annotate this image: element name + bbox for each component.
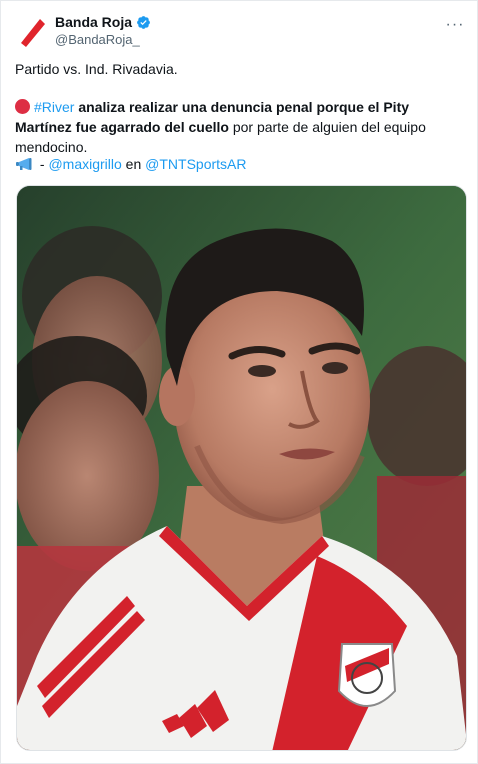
red-slash-logo-icon	[15, 15, 49, 49]
mention-tntsportsar[interactable]: @TNTSportsAR	[145, 156, 246, 172]
credit-middle: en	[121, 156, 146, 172]
tweet-text-line3: - @maxigrillo en @TNTSportsAR	[15, 154, 463, 174]
verified-badge-icon	[137, 15, 150, 29]
player-photo-illustration	[17, 186, 466, 750]
red-circle-icon	[15, 99, 30, 114]
avatar[interactable]	[15, 15, 49, 49]
author-info: Banda Roja @BandaRoja_	[55, 14, 151, 47]
river-crest-icon	[337, 643, 397, 707]
handle[interactable]: @BandaRoja_	[55, 32, 151, 47]
hashtag-river[interactable]: #River	[34, 99, 74, 115]
tweet-text-line2: #River analiza realizar una denuncia pen…	[15, 97, 463, 157]
display-name[interactable]: Banda Roja	[55, 14, 132, 30]
tweet-card[interactable]: Banda Roja @BandaRoja_ ··· Partido vs. I…	[0, 0, 478, 764]
more-options-icon[interactable]: ···	[445, 15, 465, 35]
mention-maxigrillo[interactable]: @maxigrillo	[48, 156, 121, 172]
megaphone-icon	[16, 158, 32, 170]
tweet-header: Banda Roja @BandaRoja_ ···	[15, 13, 465, 53]
tweet-photo[interactable]	[16, 185, 467, 751]
credit-prefix: -	[36, 156, 49, 172]
tweet-text-line1: Partido vs. Ind. Rivadavia.	[15, 61, 178, 77]
